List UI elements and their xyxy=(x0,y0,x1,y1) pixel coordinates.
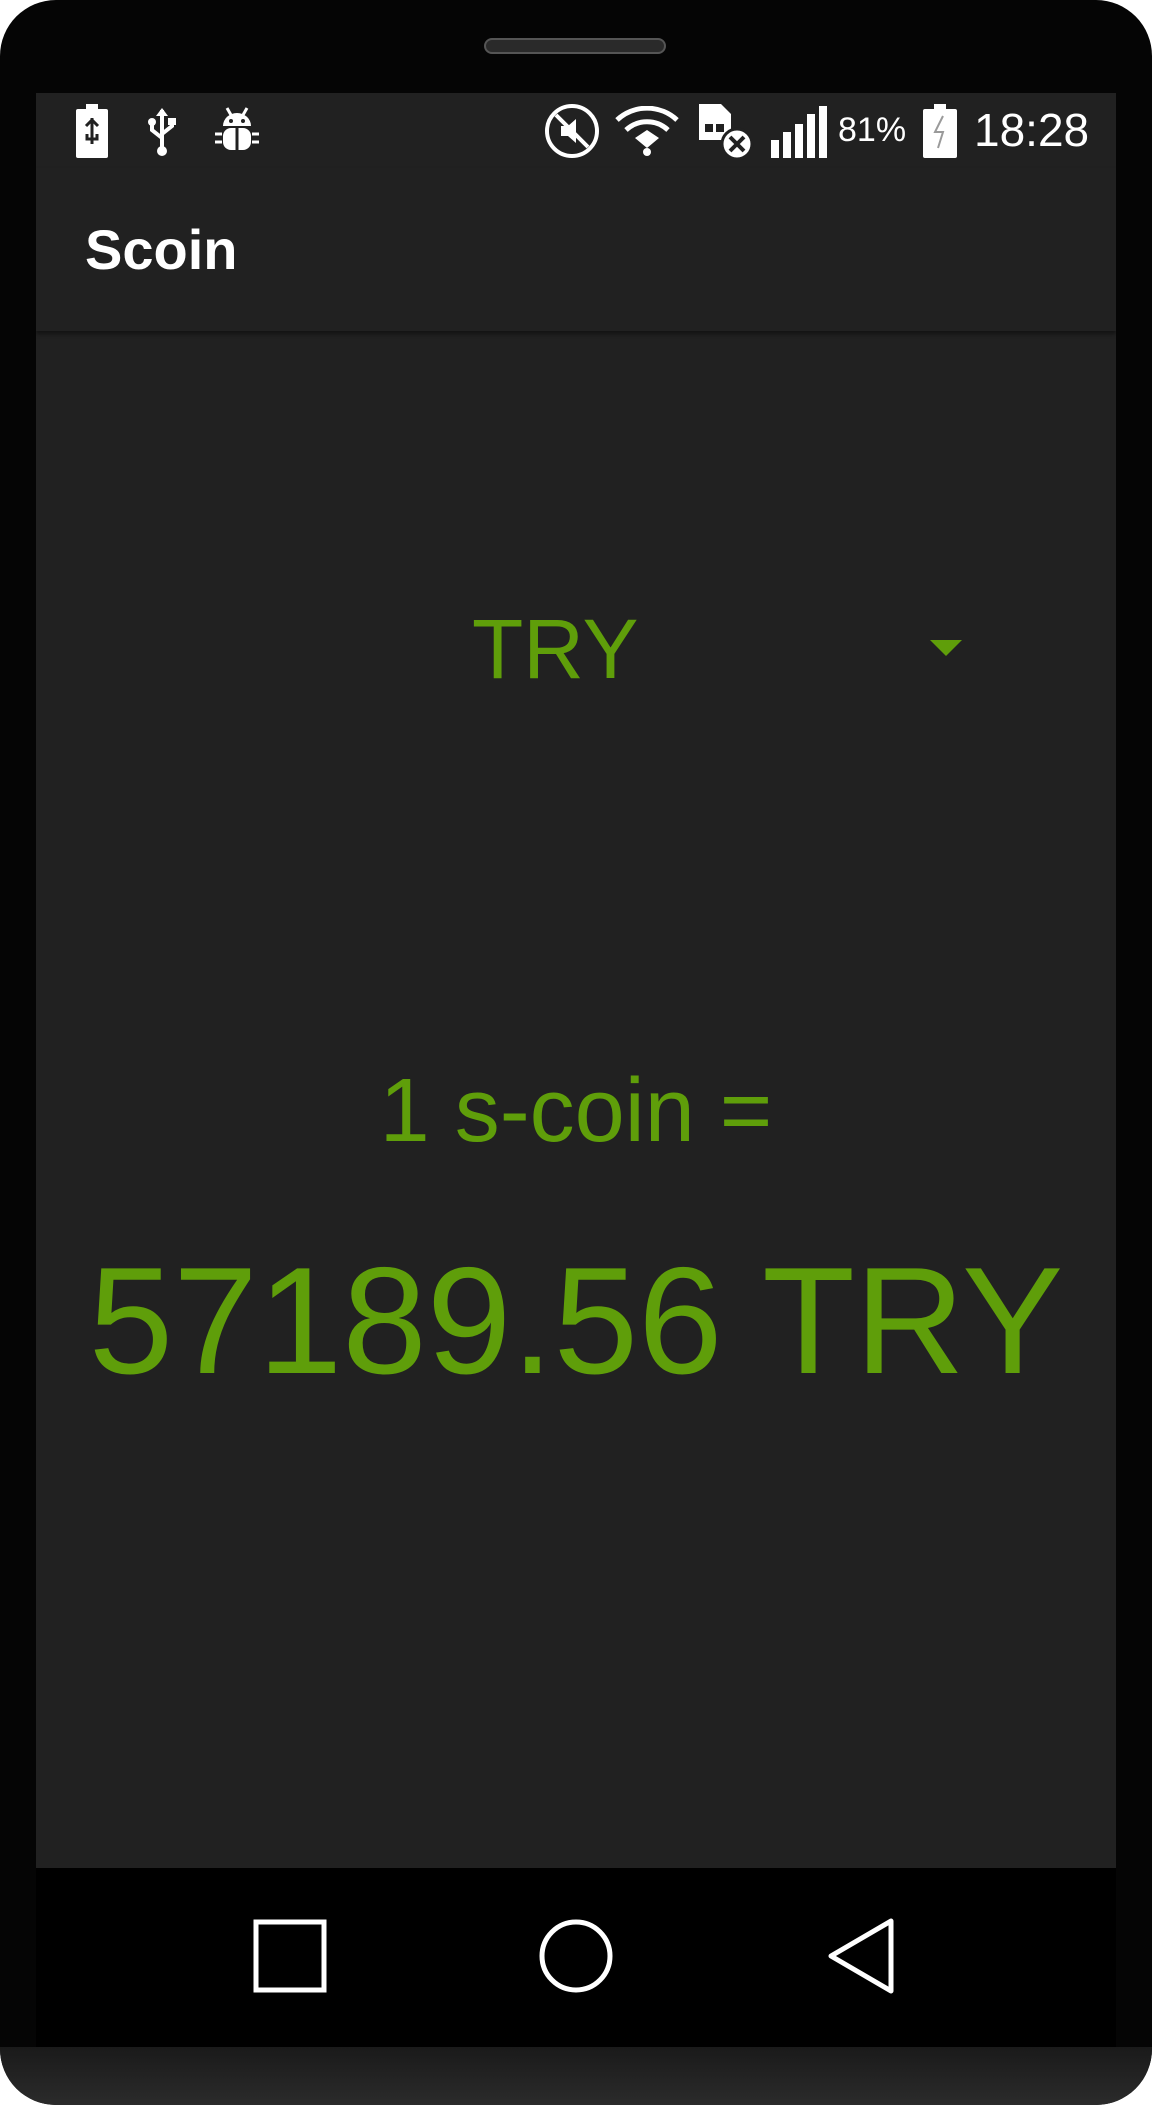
recent-apps-button[interactable] xyxy=(240,1906,340,2006)
main-content: TRY 1 s-coin = 57189.56 TRY xyxy=(36,331,1116,1868)
back-icon xyxy=(828,1918,894,1994)
currency-spinner[interactable]: TRY xyxy=(436,599,976,699)
battery-charging-icon xyxy=(74,103,110,159)
usb-icon xyxy=(144,103,180,159)
device-bottom-edge xyxy=(0,2047,1152,2105)
android-debug-icon xyxy=(212,103,262,159)
rate-value: 57189.56 TRY xyxy=(88,1236,1064,1406)
home-button[interactable] xyxy=(526,1906,626,2006)
wifi-icon xyxy=(614,103,680,159)
phone-frame: 81% 18:28 Scoin TRY 1 s-coin = 57189.56 xyxy=(0,0,1152,2105)
battery-percent: 81% xyxy=(838,111,907,149)
mute-icon xyxy=(542,103,602,159)
status-bar: 81% 18:28 xyxy=(36,93,1116,168)
app-bar: Scoin xyxy=(36,168,1116,331)
rate-label: 1 s-coin = xyxy=(379,1061,773,1161)
home-icon xyxy=(539,1919,613,1993)
app-title: Scoin xyxy=(85,218,238,281)
no-sim-icon xyxy=(696,103,758,160)
back-button[interactable] xyxy=(811,1906,911,2006)
recent-apps-icon xyxy=(253,1919,327,1993)
earpiece-speaker xyxy=(484,38,666,54)
dropdown-arrow-icon xyxy=(930,640,962,656)
screen: 81% 18:28 Scoin TRY 1 s-coin = 57189.56 xyxy=(36,93,1116,1868)
battery-icon xyxy=(922,103,958,159)
currency-spinner-value: TRY xyxy=(472,602,639,696)
navigation-bar xyxy=(36,1868,1116,2048)
signal-icon xyxy=(768,103,832,159)
clock: 18:28 xyxy=(974,104,1090,156)
